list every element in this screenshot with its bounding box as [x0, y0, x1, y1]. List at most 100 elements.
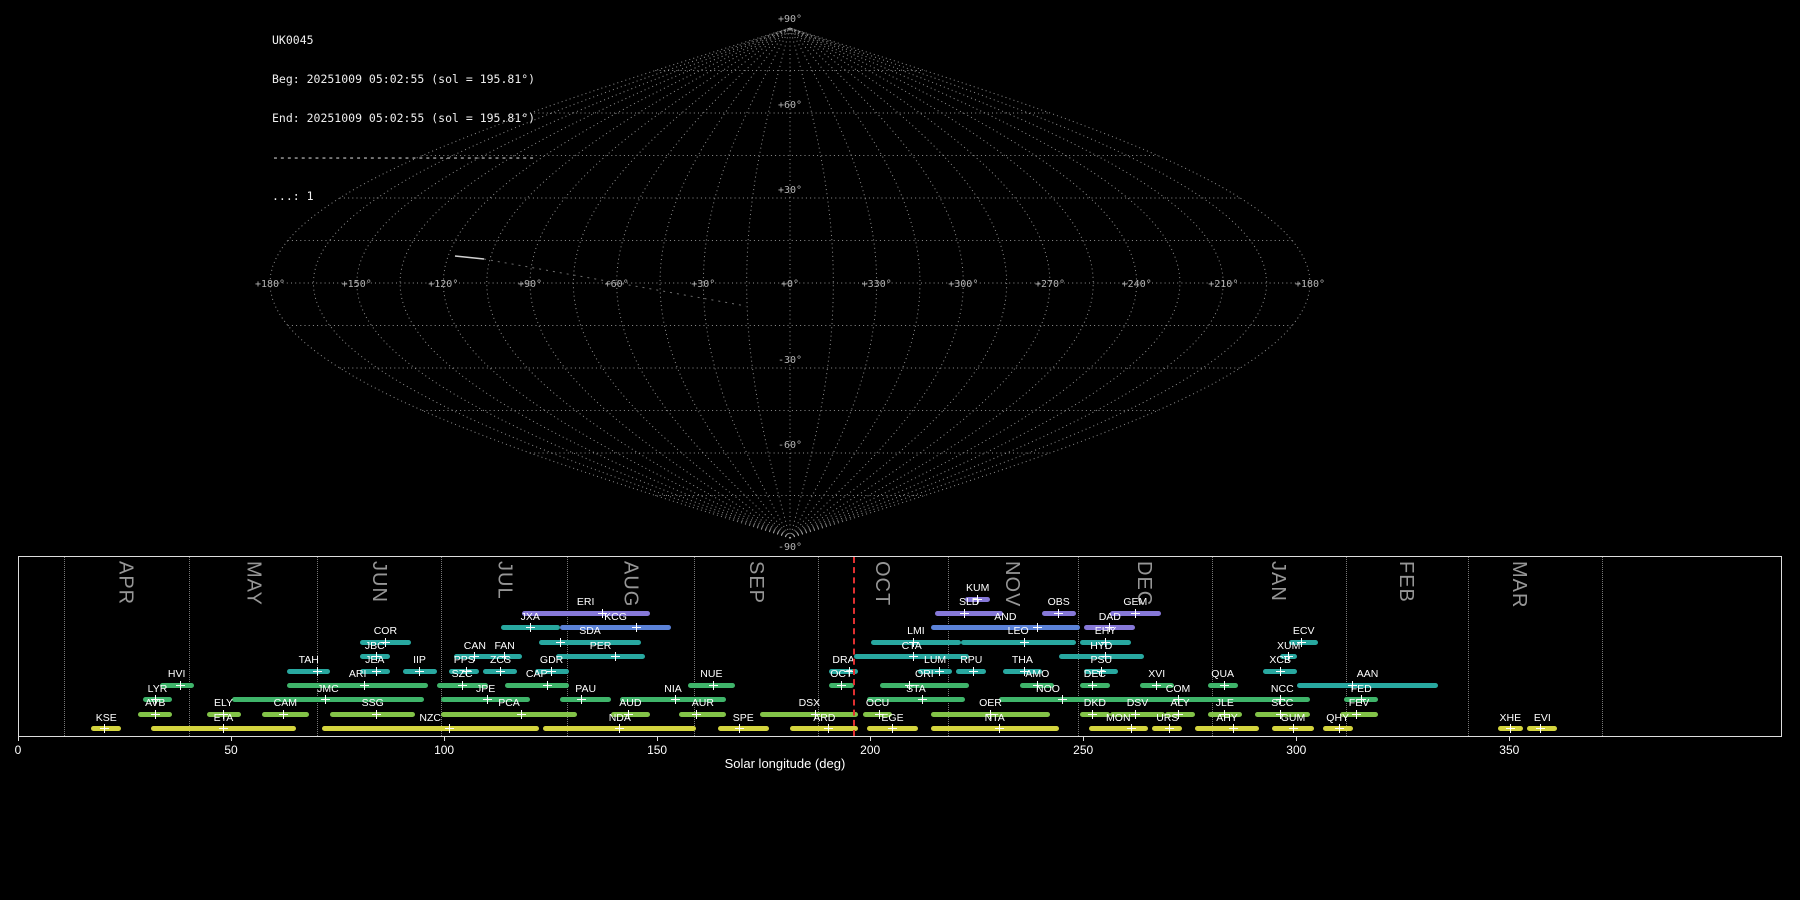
peak-marker — [824, 724, 834, 734]
peak-marker — [176, 680, 186, 690]
shower-bar — [1195, 726, 1259, 732]
peak-marker — [909, 652, 919, 662]
shower-code-label: ARI — [348, 668, 367, 681]
shower-bar — [287, 682, 428, 688]
shower-code-label: ZCS — [490, 654, 511, 666]
shower-code-label: DAD — [1098, 610, 1121, 623]
peak-marker — [1220, 680, 1230, 690]
shower-code-label: EVI — [1533, 711, 1551, 724]
shower-code-label: NTA — [984, 711, 1005, 724]
peak-marker — [496, 666, 505, 676]
x-tick-label: 100 — [434, 743, 455, 757]
shower-code-label: JBC — [364, 639, 385, 652]
x-tick-mark — [1509, 737, 1511, 741]
shower-code-label: OER — [979, 697, 1002, 710]
peak-marker — [1164, 724, 1174, 734]
shower-code-label: LEO — [1007, 625, 1029, 638]
shower-code-label: PPS — [453, 654, 475, 666]
shower-code-label: SDA — [579, 625, 601, 638]
month-boundary-line — [189, 557, 191, 736]
peak-marker — [960, 608, 970, 618]
peak-marker — [734, 724, 744, 734]
shower-code-label: PSU — [1090, 654, 1113, 666]
peak-marker — [611, 652, 620, 662]
peak-marker — [517, 709, 527, 719]
shower-code-label: HVI — [167, 668, 186, 681]
shower-code-label: GUM — [1280, 711, 1306, 724]
shower-code-label: EHY — [1094, 625, 1117, 638]
longitude-label: +180° — [1295, 279, 1325, 290]
month-label: FEB — [1394, 561, 1417, 603]
shower-code-label: STA — [906, 682, 926, 695]
x-tick-mark — [231, 737, 232, 741]
shower-code-label: MON — [1106, 711, 1131, 724]
end-time-line: End: 20251009 05:02:55 (sol = 195.81°) — [272, 111, 536, 125]
longitude-label: +300° — [948, 279, 978, 290]
peak-marker — [632, 623, 642, 633]
shower-bar — [555, 654, 646, 660]
shower-code-label: URS — [1156, 711, 1179, 724]
shower-code-label: RPU — [960, 654, 983, 666]
x-tick-label: 300 — [1286, 743, 1307, 757]
shower-code-label: JPE — [475, 682, 496, 695]
latitude-label: +30° — [778, 185, 802, 196]
longitude-label: +270° — [1035, 279, 1065, 290]
shower-code-label: ELY — [213, 697, 234, 710]
shower-code-label: QUA — [1211, 668, 1235, 681]
peak-marker — [278, 709, 288, 719]
peak-marker — [917, 695, 927, 705]
shower-code-label: DRA — [832, 654, 855, 666]
peak-marker — [415, 666, 424, 676]
shower-code-label: KSE — [95, 711, 117, 724]
peak-marker — [1288, 724, 1298, 734]
month-boundary-line — [1467, 557, 1469, 736]
month-boundary-line — [566, 557, 568, 736]
shower-code-label: PCA — [498, 697, 520, 710]
shower-code-label: CAM — [273, 697, 297, 710]
shower-code-label: FAN — [494, 639, 515, 652]
peak-marker — [1126, 724, 1136, 734]
peak-marker — [321, 695, 331, 705]
x-tick-label: 50 — [224, 743, 238, 757]
latitude-label: +90° — [778, 14, 802, 25]
shower-bar — [321, 726, 539, 732]
latitude-label: -60° — [778, 440, 802, 451]
peak-marker — [312, 666, 322, 676]
x-tick-label: 250 — [1073, 743, 1094, 757]
longitude-label: +90° — [518, 279, 542, 290]
shower-code-label: JEA — [365, 654, 385, 666]
shower-code-label: CAP — [525, 668, 548, 681]
month-label: NOV — [1000, 561, 1023, 608]
shower-code-label: COM — [1165, 682, 1191, 695]
peak-marker — [525, 623, 535, 633]
shower-code-label: PER — [589, 639, 612, 652]
month-label: OCT — [870, 561, 893, 607]
peak-marker — [1535, 724, 1545, 734]
separator-line: -------------------------------------- — [272, 150, 536, 164]
shower-code-label: NZC — [419, 711, 441, 724]
shower-bar — [287, 668, 330, 674]
shower-code-label: GDR — [539, 654, 564, 666]
month-label: MAR — [1507, 561, 1530, 609]
shower-code-label: NOO — [1036, 682, 1060, 695]
month-label: SEP — [745, 561, 768, 605]
month-label: JUN — [368, 561, 390, 603]
shower-code-label: SZC — [451, 668, 473, 681]
shower-code-label: NCC — [1270, 682, 1294, 695]
month-boundary-line — [440, 557, 442, 736]
longitude-label: +30° — [691, 279, 715, 290]
x-tick-mark — [444, 737, 446, 741]
peak-marker — [1020, 637, 1030, 647]
peak-marker — [483, 695, 493, 705]
shower-code-label: TAH — [298, 654, 319, 666]
peak-marker — [219, 724, 228, 734]
meteor-trail — [454, 255, 485, 260]
shower-code-label: ERI — [576, 596, 595, 609]
peak-marker — [1054, 608, 1064, 618]
shower-code-label: EGE — [881, 711, 904, 724]
shower-code-label: XUM — [1277, 639, 1301, 652]
shower-bar — [960, 639, 1076, 645]
shower-code-label: LYR — [147, 682, 168, 695]
month-boundary-line — [63, 557, 65, 736]
shower-code-label: QHY — [1326, 711, 1350, 724]
